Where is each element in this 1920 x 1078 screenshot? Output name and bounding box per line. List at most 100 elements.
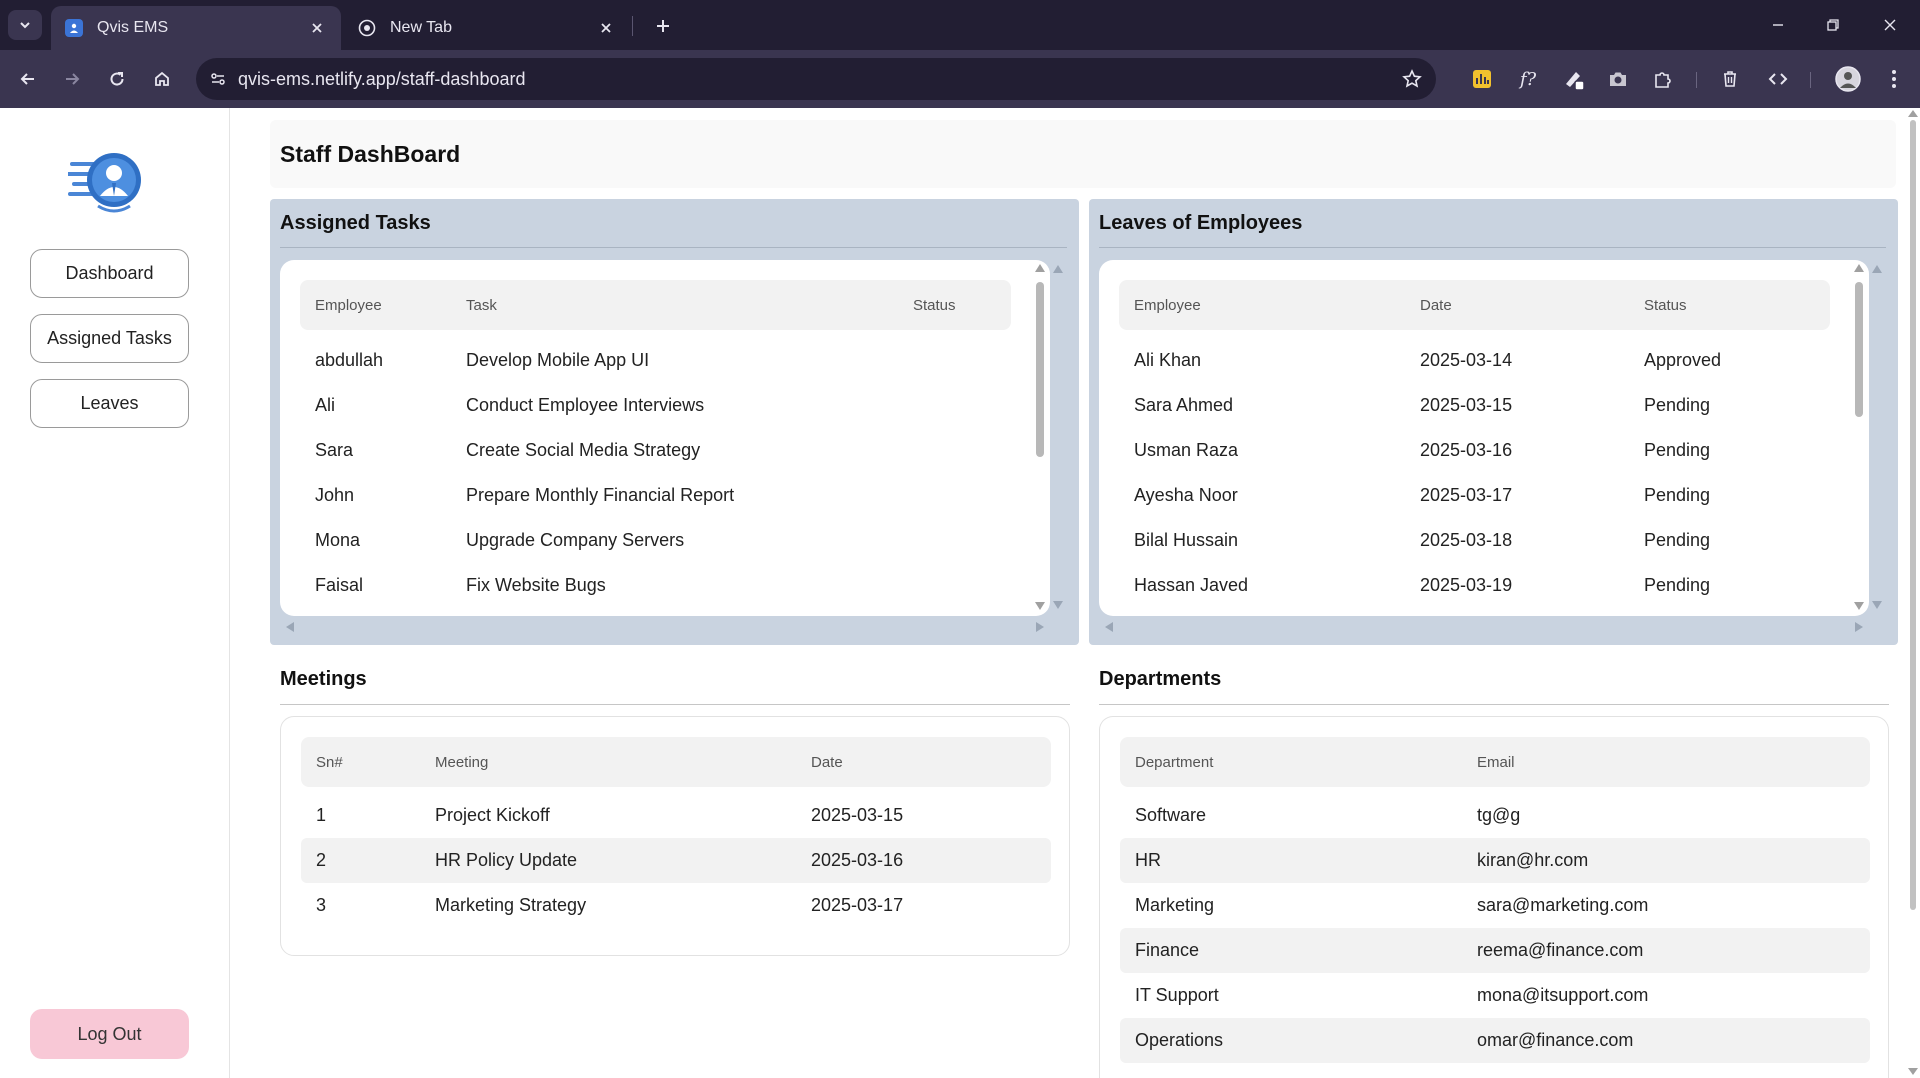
table-row: Sara Ahmed 2025-03-15 Pending [1119, 383, 1830, 428]
table-row: Faisal Fix Website Bugs [300, 563, 1011, 608]
tab-divider [632, 16, 633, 36]
close-window-button[interactable] [1870, 10, 1910, 40]
employee-cell: John [315, 485, 355, 505]
divider [280, 704, 1070, 705]
tune-icon[interactable] [198, 58, 238, 100]
table-scrollbar[interactable] [1849, 260, 1869, 616]
task-cell: Upgrade Company Servers [466, 530, 685, 550]
column-header-sn: Sn# [316, 754, 343, 771]
sn-cell: 1 [316, 805, 327, 825]
column-header-date: Date [811, 754, 843, 771]
page-scrollbar[interactable] [1906, 108, 1920, 1078]
scroll-right-arrow[interactable] [1036, 622, 1044, 632]
meeting-cell: HR Policy Update [435, 850, 578, 870]
scroll-up-arrow[interactable] [1053, 265, 1063, 273]
extension-chart-button[interactable] [1466, 63, 1498, 95]
table-scrollbar[interactable] [1030, 260, 1050, 616]
toolbar-divider [1810, 72, 1811, 88]
meetings-title: Meetings [280, 668, 367, 690]
scroll-up-arrow[interactable] [1854, 264, 1864, 272]
table-row: Ayesha Noor 2025-03-17 Pending [1119, 473, 1830, 518]
back-button[interactable] [12, 63, 44, 95]
scrollbar-thumb[interactable] [1036, 282, 1044, 457]
reload-button[interactable] [101, 63, 133, 95]
panel-horizontal-scrollbar[interactable] [280, 619, 1050, 635]
email-cell: omar@finance.com [1477, 1030, 1634, 1050]
panel-scrollbar[interactable] [1051, 259, 1065, 609]
extension-camera-button[interactable] [1602, 63, 1634, 95]
close-icon [1884, 19, 1896, 31]
extension-formula-button[interactable]: f? [1512, 63, 1544, 95]
sidebar-item-leaves[interactable]: Leaves [30, 379, 189, 428]
meetings-table: Sn# Meeting Date 1 Project Kickoff 2025-… [280, 716, 1070, 956]
new-tab-button[interactable] [648, 12, 678, 40]
table-row: IT Support mona@itsupport.com [1120, 973, 1870, 1018]
date-cell: 2025-03-15 [1420, 395, 1513, 415]
profile-avatar[interactable] [1832, 63, 1864, 95]
home-button[interactable] [146, 63, 178, 95]
scroll-down-arrow[interactable] [1854, 602, 1864, 610]
table-header: Sn# Meeting Date [301, 737, 1051, 787]
extension-trash-button[interactable] [1714, 63, 1746, 95]
close-icon[interactable] [596, 18, 616, 38]
extensions-button[interactable] [1647, 63, 1679, 95]
date-cell: 2025-03-16 [811, 850, 904, 870]
column-header-date: Date [1420, 297, 1452, 314]
table-row: 1 Project Kickoff 2025-03-15 [301, 793, 1051, 838]
column-header-meeting: Meeting [435, 754, 489, 771]
scroll-left-arrow[interactable] [286, 622, 294, 632]
scroll-down-arrow[interactable] [1872, 601, 1882, 609]
scroll-up-arrow[interactable] [1908, 110, 1918, 117]
minimize-button[interactable] [1758, 10, 1798, 40]
column-header-department: Department [1135, 754, 1214, 771]
table-header: Department Email [1120, 737, 1870, 787]
scroll-down-arrow[interactable] [1035, 602, 1045, 610]
scroll-right-arrow[interactable] [1855, 622, 1863, 632]
scroll-up-arrow[interactable] [1872, 265, 1882, 273]
close-icon[interactable] [307, 18, 327, 38]
table-row: Marketing sara@marketing.com [1120, 883, 1870, 928]
address-bar[interactable]: qvis-ems.netlify.app/staff-dashboard [196, 58, 1436, 100]
table-row: HR kiran@hr.com [1120, 838, 1870, 883]
leaves-table[interactable]: Employee Date Status Ali Khan 2025-03-14… [1099, 260, 1869, 616]
trash-icon [1724, 71, 1736, 87]
status-cell: Pending [1644, 575, 1711, 595]
email-cell: tg@g [1477, 805, 1521, 825]
tab-title: Qvis EMS [97, 19, 169, 36]
scrollbar-thumb[interactable] [1910, 120, 1916, 910]
scroll-down-arrow[interactable] [1053, 601, 1063, 609]
home-icon [155, 71, 169, 86]
browser-menu-button[interactable] [1878, 63, 1910, 95]
scroll-up-arrow[interactable] [1035, 264, 1045, 272]
pen-extension-icon [1566, 72, 1585, 91]
scroll-down-arrow[interactable] [1908, 1068, 1918, 1075]
task-cell: Fix Website Bugs [466, 575, 606, 595]
date-cell: 2025-03-14 [1420, 350, 1513, 370]
panel-horizontal-scrollbar[interactable] [1099, 619, 1869, 635]
column-header-status: Status [913, 297, 956, 314]
tab-search-button[interactable] [8, 10, 42, 40]
extension-code-button[interactable] [1762, 63, 1794, 95]
sidebar-item-dashboard[interactable]: Dashboard [30, 249, 189, 298]
camera-icon [1610, 72, 1626, 86]
staff-logo-icon [66, 150, 152, 220]
scroll-left-arrow[interactable] [1105, 622, 1113, 632]
forward-button[interactable] [56, 63, 88, 95]
scrollbar-thumb[interactable] [1855, 282, 1863, 417]
more-vertical-icon [1892, 70, 1896, 88]
table-row: Ali Khan 2025-03-14 Approved [1119, 338, 1830, 383]
employee-cell: Ali Khan [1134, 350, 1202, 370]
restore-button[interactable] [1813, 10, 1853, 40]
table-row: Hassan Javed 2025-03-19 Pending [1119, 563, 1830, 608]
tab-new-tab[interactable]: New Tab [344, 6, 630, 50]
panel-scrollbar[interactable] [1870, 259, 1884, 609]
tab-qvis-ems[interactable]: Qvis EMS [51, 6, 341, 50]
logout-button[interactable]: Log Out [30, 1009, 189, 1059]
divider [280, 247, 1067, 248]
employee-cell: Bilal Hussain [1134, 530, 1239, 550]
extension-pen-button[interactable] [1558, 63, 1590, 95]
sidebar-item-assigned-tasks[interactable]: Assigned Tasks [30, 314, 189, 363]
assigned-tasks-table[interactable]: Employee Task Status abdullah Develop Mo… [280, 260, 1050, 616]
star-icon[interactable] [1392, 58, 1432, 100]
employee-cell: Hassan Javed [1134, 575, 1249, 595]
